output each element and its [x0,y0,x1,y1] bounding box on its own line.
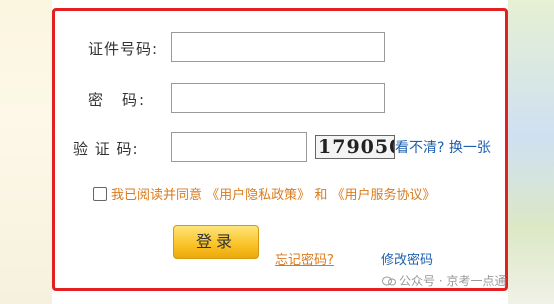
agreement-prefix: 我已阅读并同意 [111,188,203,203]
agreement-and: 和 [314,188,328,203]
forgot-password-link[interactable]: 忘记密码? [275,249,334,268]
login-button[interactable]: 登录 [173,225,259,259]
login-panel: 证件号码: 密 码: 验 证 码: 179050 看不清? 换一张 我已阅读并同… [52,8,508,291]
captcha-input[interactable] [171,132,307,162]
wechat-icon [382,276,396,286]
modify-password-link[interactable]: 修改密码 [381,249,433,268]
background-left [0,0,52,304]
id-number-input[interactable] [171,32,385,62]
captcha-image[interactable]: 179050 [315,135,395,159]
id-number-label: 证件号码: [88,40,159,58]
refresh-captcha-link[interactable]: 看不清? 换一张 [395,137,491,157]
privacy-policy-link[interactable]: 《用户隐私政策》 [206,188,310,203]
password-label: 密 码: [88,91,147,109]
background-right [508,0,554,304]
password-input[interactable] [171,83,385,113]
agreement-row: 我已阅读并同意 《用户隐私政策》 和 《用户服务协议》 [93,184,435,203]
captcha-label: 验 证 码: [73,140,139,158]
agree-checkbox[interactable] [93,187,107,201]
watermark-text: 公众号 · 京考一点通 [399,274,507,288]
watermark: 公众号 · 京考一点通 [382,272,506,289]
service-agreement-link[interactable]: 《用户服务协议》 [331,188,435,203]
